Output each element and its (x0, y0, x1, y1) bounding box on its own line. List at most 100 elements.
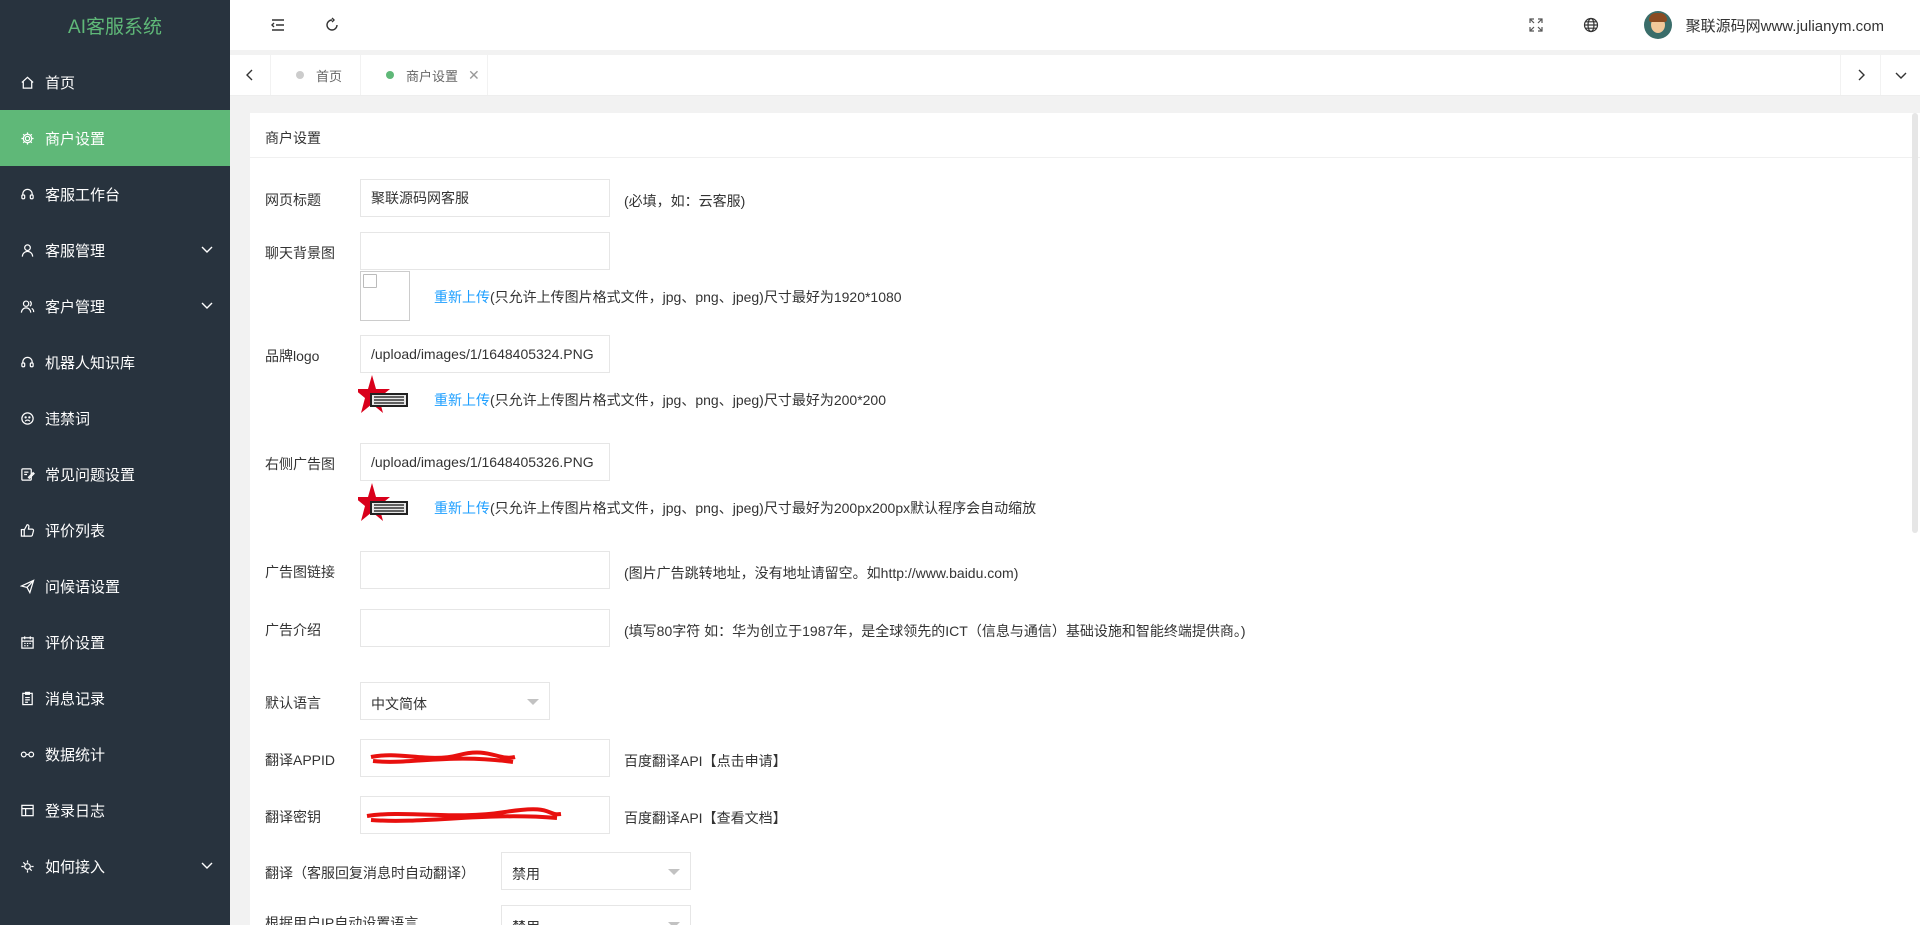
sidebar-item-faq-settings[interactable]: 常见问题设置 (0, 446, 230, 502)
home-icon (18, 73, 36, 91)
right-ad-input[interactable] (360, 443, 610, 481)
tab-home[interactable]: 首页 (270, 55, 360, 95)
ad-intro-label: 广告介绍 (265, 622, 321, 638)
sidebar-item-label: 评价设置 (45, 634, 106, 652)
default-language-label: 默认语言 (265, 695, 321, 711)
ip-language-select[interactable]: 禁用 (501, 905, 691, 925)
sidebar-item-home[interactable]: 首页 (0, 54, 230, 110)
sidebar-item-login-log[interactable]: 登录日志 (0, 782, 230, 838)
ad-link-hint: (图片广告跳转地址，没有地址请留空。如http://www.baidu.com) (624, 565, 1019, 581)
plug-icon (18, 857, 36, 875)
select-value: 中文简体 (371, 696, 427, 712)
app-logo-title[interactable]: AI客服系统 (0, 0, 230, 56)
sidebar-item-label: 客服工作台 (45, 186, 121, 204)
close-icon[interactable]: ✕ (468, 67, 480, 84)
sidebar-item-robot-knowledge[interactable]: 机器人知识库 (0, 334, 230, 390)
sidebar-item-label: 客服管理 (45, 242, 106, 260)
sidebar-item-review-settings[interactable]: 评价设置 (0, 614, 230, 670)
tabs-scroll-right-icon[interactable] (1840, 55, 1881, 95)
tab-status-dot (296, 71, 304, 79)
sidebar-item-review-list[interactable]: 评价列表 (0, 502, 230, 558)
sidebar-item-label: 商户设置 (45, 130, 106, 148)
face-icon (18, 409, 36, 427)
brand-logo-input[interactable] (360, 335, 610, 373)
right-ad-label: 右侧广告图 (265, 456, 335, 472)
right-ad-reupload-link[interactable]: 重新上传 (434, 500, 490, 516)
translate-secret-input[interactable] (360, 796, 610, 834)
ad-intro-input[interactable] (360, 609, 610, 647)
brand-logo-hint: (只允许上传图片格式文件，jpg、png、jpeg)尺寸最好为200*200 (490, 392, 886, 408)
collapse-menu-icon[interactable] (266, 13, 290, 37)
chat-bg-input[interactable] (360, 232, 610, 270)
auto-translate-select[interactable]: 禁用 (501, 852, 691, 890)
chart-link-icon (18, 745, 36, 763)
sidebar-item-message-records[interactable]: 消息记录 (0, 670, 230, 726)
page-title-label: 网页标题 (265, 192, 321, 208)
right-ad-hint: (只允许上传图片格式文件，jpg、png、jpeg)尺寸最好为200px200p… (490, 500, 1037, 516)
tabs-bar: 首页 商户设置 ✕ (230, 55, 1920, 96)
sidebar-item-agent-management[interactable]: 客服管理 (0, 222, 230, 278)
chevron-down-icon (201, 302, 213, 309)
avatar (1643, 11, 1672, 39)
top-header: 聚联源码网www.julianym.com (230, 0, 1920, 50)
sidebar-item-statistics[interactable]: 数据统计 (0, 726, 230, 782)
chat-bg-hint: (只允许上传图片格式文件，jpg、png、jpeg)尺寸最好为1920*1080 (490, 289, 902, 305)
brand-logo-upload-row: 重新上传(只允许上传图片格式文件，jpg、png、jpeg)尺寸最好为200*2… (434, 390, 886, 410)
sidebar-item-label: 登录日志 (45, 802, 106, 820)
sidebar-item-how-to-integrate[interactable]: 如何接入 (0, 838, 230, 894)
select-value: 禁用 (512, 866, 540, 882)
tab-merchant-settings[interactable]: 商户设置 ✕ (360, 55, 488, 95)
ip-language-label: 根据用户IP自动设置语言 (265, 915, 419, 925)
page-title-input[interactable] (360, 179, 610, 217)
brand-logo-reupload-link[interactable]: 重新上传 (434, 392, 490, 408)
right-ad-upload-row: 重新上传(只允许上传图片格式文件，jpg、png、jpeg)尺寸最好为200px… (434, 498, 1036, 518)
tab-label: 首页 (316, 68, 343, 84)
chevron-down-icon (201, 246, 213, 253)
merchant-settings-card: 商户设置 网页标题 (必填，如：云客服) 聊天背景图 重新上传(只允许上传图片格… (250, 113, 1920, 925)
user-menu[interactable]: 聚联源码网www.julianym.com (1643, 11, 1884, 39)
chat-bg-label: 聊天背景图 (265, 245, 335, 261)
translate-appid-label: 翻译APPID (265, 752, 336, 768)
sidebar-item-greeting-settings[interactable]: 问候语设置 (0, 558, 230, 614)
robot-icon (18, 353, 36, 371)
sidebar-item-customer-management[interactable]: 客户管理 (0, 278, 230, 334)
chevron-down-icon (201, 862, 213, 869)
sidebar-item-merchant-settings[interactable]: 商户设置 (0, 110, 230, 166)
brand-logo-thumbnail (358, 375, 408, 413)
globe-icon[interactable] (1579, 13, 1603, 37)
sidebar-item-banned-words[interactable]: 违禁词 (0, 390, 230, 446)
calendar-icon (18, 633, 36, 651)
username: 聚联源码网www.julianym.com (1685, 17, 1884, 35)
sidebar-item-label: 如何接入 (45, 858, 106, 876)
translate-secret-hint[interactable]: 百度翻译API【查看文档】 (624, 808, 787, 828)
redaction-scribble (370, 750, 516, 764)
select-value: 禁用 (512, 917, 540, 925)
default-language-select[interactable]: 中文简体 (360, 682, 550, 720)
translate-appid-hint[interactable]: 百度翻译API【点击申请】 (624, 751, 787, 771)
sidebar-item-label: 评价列表 (45, 522, 106, 540)
tabs-scroll-left-icon[interactable] (230, 55, 271, 95)
sidebar-item-agent-workbench[interactable]: 客服工作台 (0, 166, 230, 222)
right-ad-thumbnail (358, 483, 408, 521)
translate-appid-input[interactable] (360, 739, 610, 777)
log-table-icon (18, 801, 36, 819)
chat-bg-preview-image (360, 271, 410, 321)
sidebar-item-label: 问候语设置 (45, 578, 121, 596)
sidebar-item-label: 首页 (45, 74, 76, 92)
caret-down-icon (668, 869, 680, 875)
sidebar-item-label: 违禁词 (45, 410, 91, 428)
tab-status-dot (386, 71, 394, 79)
headset-icon (18, 185, 36, 203)
translate-secret-label: 翻译密钥 (265, 809, 321, 825)
sidebar-item-label: 数据统计 (45, 746, 106, 764)
chat-bg-reupload-link[interactable]: 重新上传 (434, 289, 490, 305)
sidebar-item-label: 客户管理 (45, 298, 106, 316)
page-scrollbar[interactable] (1912, 113, 1918, 533)
thumb-up-icon (18, 521, 36, 539)
ad-link-input[interactable] (360, 551, 610, 589)
fullscreen-icon[interactable] (1524, 13, 1548, 37)
tabs-dropdown-icon[interactable] (1880, 55, 1920, 95)
users-icon (18, 297, 36, 315)
sidebar-item-label: 机器人知识库 (45, 354, 136, 372)
refresh-icon[interactable] (320, 13, 344, 37)
